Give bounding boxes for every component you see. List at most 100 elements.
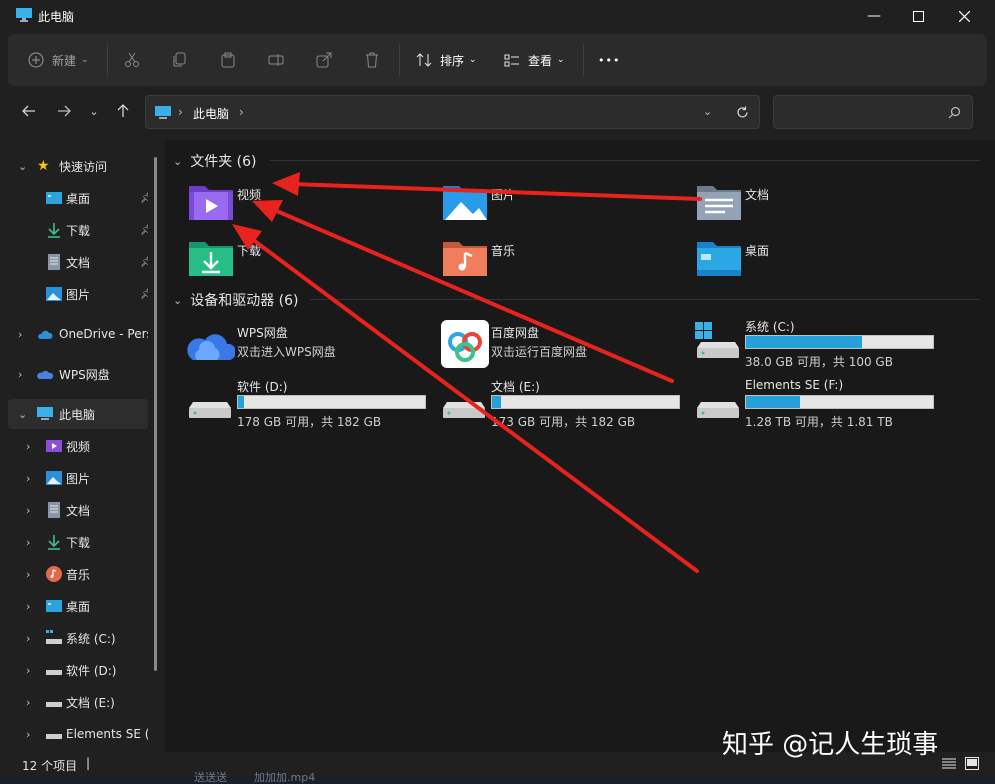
sidebar-item-downloads[interactable]: 下载 📌︎	[8, 215, 148, 245]
sidebar-item-label: 下载	[66, 223, 91, 238]
recent-locations-button[interactable]: ⌄	[80, 97, 108, 125]
wps-cloud-icon	[37, 370, 53, 379]
chevron-right-icon[interactable]: ›	[26, 696, 38, 709]
devices-group-header[interactable]: ⌄ 设备和驱动器 (6)	[173, 290, 299, 310]
picture-icon	[46, 471, 62, 485]
chevron-right-icon[interactable]: ›	[26, 504, 38, 517]
up-button[interactable]	[109, 97, 137, 125]
sort-button[interactable]: 排序 ⌄	[416, 46, 477, 74]
sidebar-item-onedrive[interactable]: › OneDrive - Pers	[8, 319, 148, 349]
system-drive-icon	[695, 322, 739, 358]
sidebar-item-desktop-pc[interactable]: › 桌面	[8, 591, 148, 621]
music-icon	[46, 566, 62, 582]
drive-d[interactable]: 软件 (D:) 178 GB 可用，共 182 GB	[187, 378, 437, 430]
sidebar-scrollbar[interactable]	[154, 157, 157, 671]
delete-button[interactable]	[364, 46, 380, 74]
view-list-icon	[504, 54, 519, 67]
search-input[interactable]	[773, 95, 973, 129]
sidebar-item-wps-cloud[interactable]: › WPS网盘	[8, 359, 148, 389]
folder-pictures[interactable]: 图片	[441, 178, 691, 230]
sidebar-item-drive-e[interactable]: › 文档 (E:)	[8, 687, 148, 717]
maximize-button[interactable]	[895, 0, 941, 32]
desktop-folder-icon	[697, 242, 741, 276]
navigation-pane: ⌄ ★ 快速访问 桌面 📌︎ 下载 📌︎ 文档 📌︎ 图片 📌︎ › OneDr…	[0, 145, 160, 750]
chevron-right-icon[interactable]: ›	[26, 536, 38, 549]
cut-button[interactable]	[124, 46, 140, 74]
chevron-right-icon[interactable]: ›	[26, 632, 38, 645]
chevron-down-icon[interactable]: ⌄	[18, 160, 30, 173]
chevron-right-icon[interactable]: ›	[18, 328, 30, 341]
drive-icon	[189, 402, 231, 418]
sidebar-item-desktop[interactable]: 桌面 📌︎	[8, 183, 148, 213]
address-bar[interactable]: › 此电脑 › ⌄	[145, 95, 760, 129]
back-button[interactable]	[15, 97, 43, 125]
more-button[interactable]: •••	[598, 46, 620, 74]
folder-music[interactable]: 音乐	[441, 234, 691, 286]
sidebar-item-downloads-pc[interactable]: › 下载	[8, 527, 148, 557]
arrow-left-icon	[22, 105, 35, 117]
view-button[interactable]: 查看 ⌄	[504, 46, 565, 74]
breadcrumb-item[interactable]: 此电脑	[193, 105, 229, 122]
large-icons-view-icon[interactable]	[965, 757, 979, 770]
sidebar-item-label: 音乐	[66, 567, 91, 582]
drive-name: Elements SE (F:)	[745, 378, 844, 392]
folder-documents[interactable]: 文档	[695, 178, 945, 230]
chevron-down-icon: ⌄	[81, 55, 89, 65]
chevron-down-icon[interactable]: ⌄	[18, 408, 30, 421]
wps-cloud-drive[interactable]: WPS网盘 双击进入WPS网盘	[187, 320, 437, 372]
sidebar-item-documents-pc[interactable]: › 文档	[8, 495, 148, 525]
breadcrumb-chevron-icon[interactable]: ›	[239, 105, 244, 119]
divider	[583, 44, 584, 76]
divider	[310, 299, 980, 300]
folder-videos[interactable]: 视频	[187, 178, 437, 230]
sidebar-item-documents[interactable]: 文档 📌︎	[8, 247, 148, 277]
folder-downloads[interactable]: 下载	[187, 234, 437, 286]
drive-icon	[46, 734, 62, 739]
watermark: 知乎 @记人生琐事	[722, 730, 939, 760]
chevron-right-icon[interactable]: ›	[18, 368, 30, 381]
history-dropdown-icon[interactable]: ⌄	[703, 105, 712, 118]
drive-usage-fill	[746, 396, 801, 408]
minimize-button[interactable]: —	[851, 0, 897, 32]
sidebar-item-drive-d[interactable]: › 软件 (D:)	[8, 655, 148, 685]
sidebar-item-this-pc[interactable]: ⌄ 此电脑	[8, 399, 148, 429]
sidebar-item-label: 此电脑	[59, 407, 96, 422]
sidebar-item-videos[interactable]: › 视频	[8, 431, 148, 461]
chevron-right-icon[interactable]: ›	[26, 472, 38, 485]
folder-desktop[interactable]: 桌面	[695, 234, 945, 286]
new-button[interactable]: 新建 ⌄	[28, 46, 89, 74]
drive-f[interactable]: Elements SE (F:) 1.28 TB 可用，共 1.81 TB	[695, 378, 945, 430]
scissors-icon	[125, 52, 139, 67]
chevron-down-icon: ⌄	[557, 55, 565, 65]
drive-c[interactable]: 系统 (C:) 38.0 GB 可用，共 100 GB	[695, 318, 945, 370]
window-title: 此电脑	[38, 10, 75, 24]
sidebar-item-drive-c[interactable]: › 系统 (C:)	[8, 623, 148, 653]
sidebar-item-music[interactable]: › 音乐	[8, 559, 148, 589]
paste-button[interactable]	[220, 46, 236, 74]
chevron-right-icon[interactable]: ›	[26, 568, 38, 581]
share-button[interactable]	[316, 46, 332, 74]
refresh-icon[interactable]	[736, 106, 749, 119]
sidebar-item-label: 桌面	[66, 191, 91, 206]
minimize-icon: —	[867, 8, 881, 24]
forward-button[interactable]	[50, 97, 78, 125]
chevron-right-icon[interactable]: ›	[26, 600, 38, 613]
folders-group-header[interactable]: ⌄ 文件夹 (6)	[173, 151, 257, 171]
chevron-right-icon[interactable]: ›	[26, 440, 38, 453]
copy-button[interactable]	[172, 46, 188, 74]
rename-button[interactable]	[268, 46, 284, 74]
chevron-down-icon: ⌄	[173, 154, 183, 168]
close-button[interactable]	[941, 0, 987, 32]
details-view-icon[interactable]	[942, 758, 956, 770]
drive-e[interactable]: 文档 (E:) 173 GB 可用，共 182 GB	[441, 378, 691, 430]
sidebar-item-pictures[interactable]: 图片 📌︎	[8, 279, 148, 309]
pc-icon	[37, 407, 53, 420]
sidebar-item-drive-f[interactable]: › Elements SE (I	[8, 719, 148, 749]
chevron-right-icon[interactable]: ›	[26, 664, 38, 677]
baidu-cloud-drive[interactable]: 百度网盘 双击运行百度网盘	[441, 320, 691, 372]
wps-cloud-icon	[187, 334, 235, 360]
chevron-right-icon[interactable]: ›	[26, 728, 38, 741]
sidebar-item-pictures-pc[interactable]: › 图片	[8, 463, 148, 493]
sidebar-item-quick-access[interactable]: ⌄ ★ 快速访问	[8, 151, 148, 181]
download-icon	[48, 223, 60, 238]
